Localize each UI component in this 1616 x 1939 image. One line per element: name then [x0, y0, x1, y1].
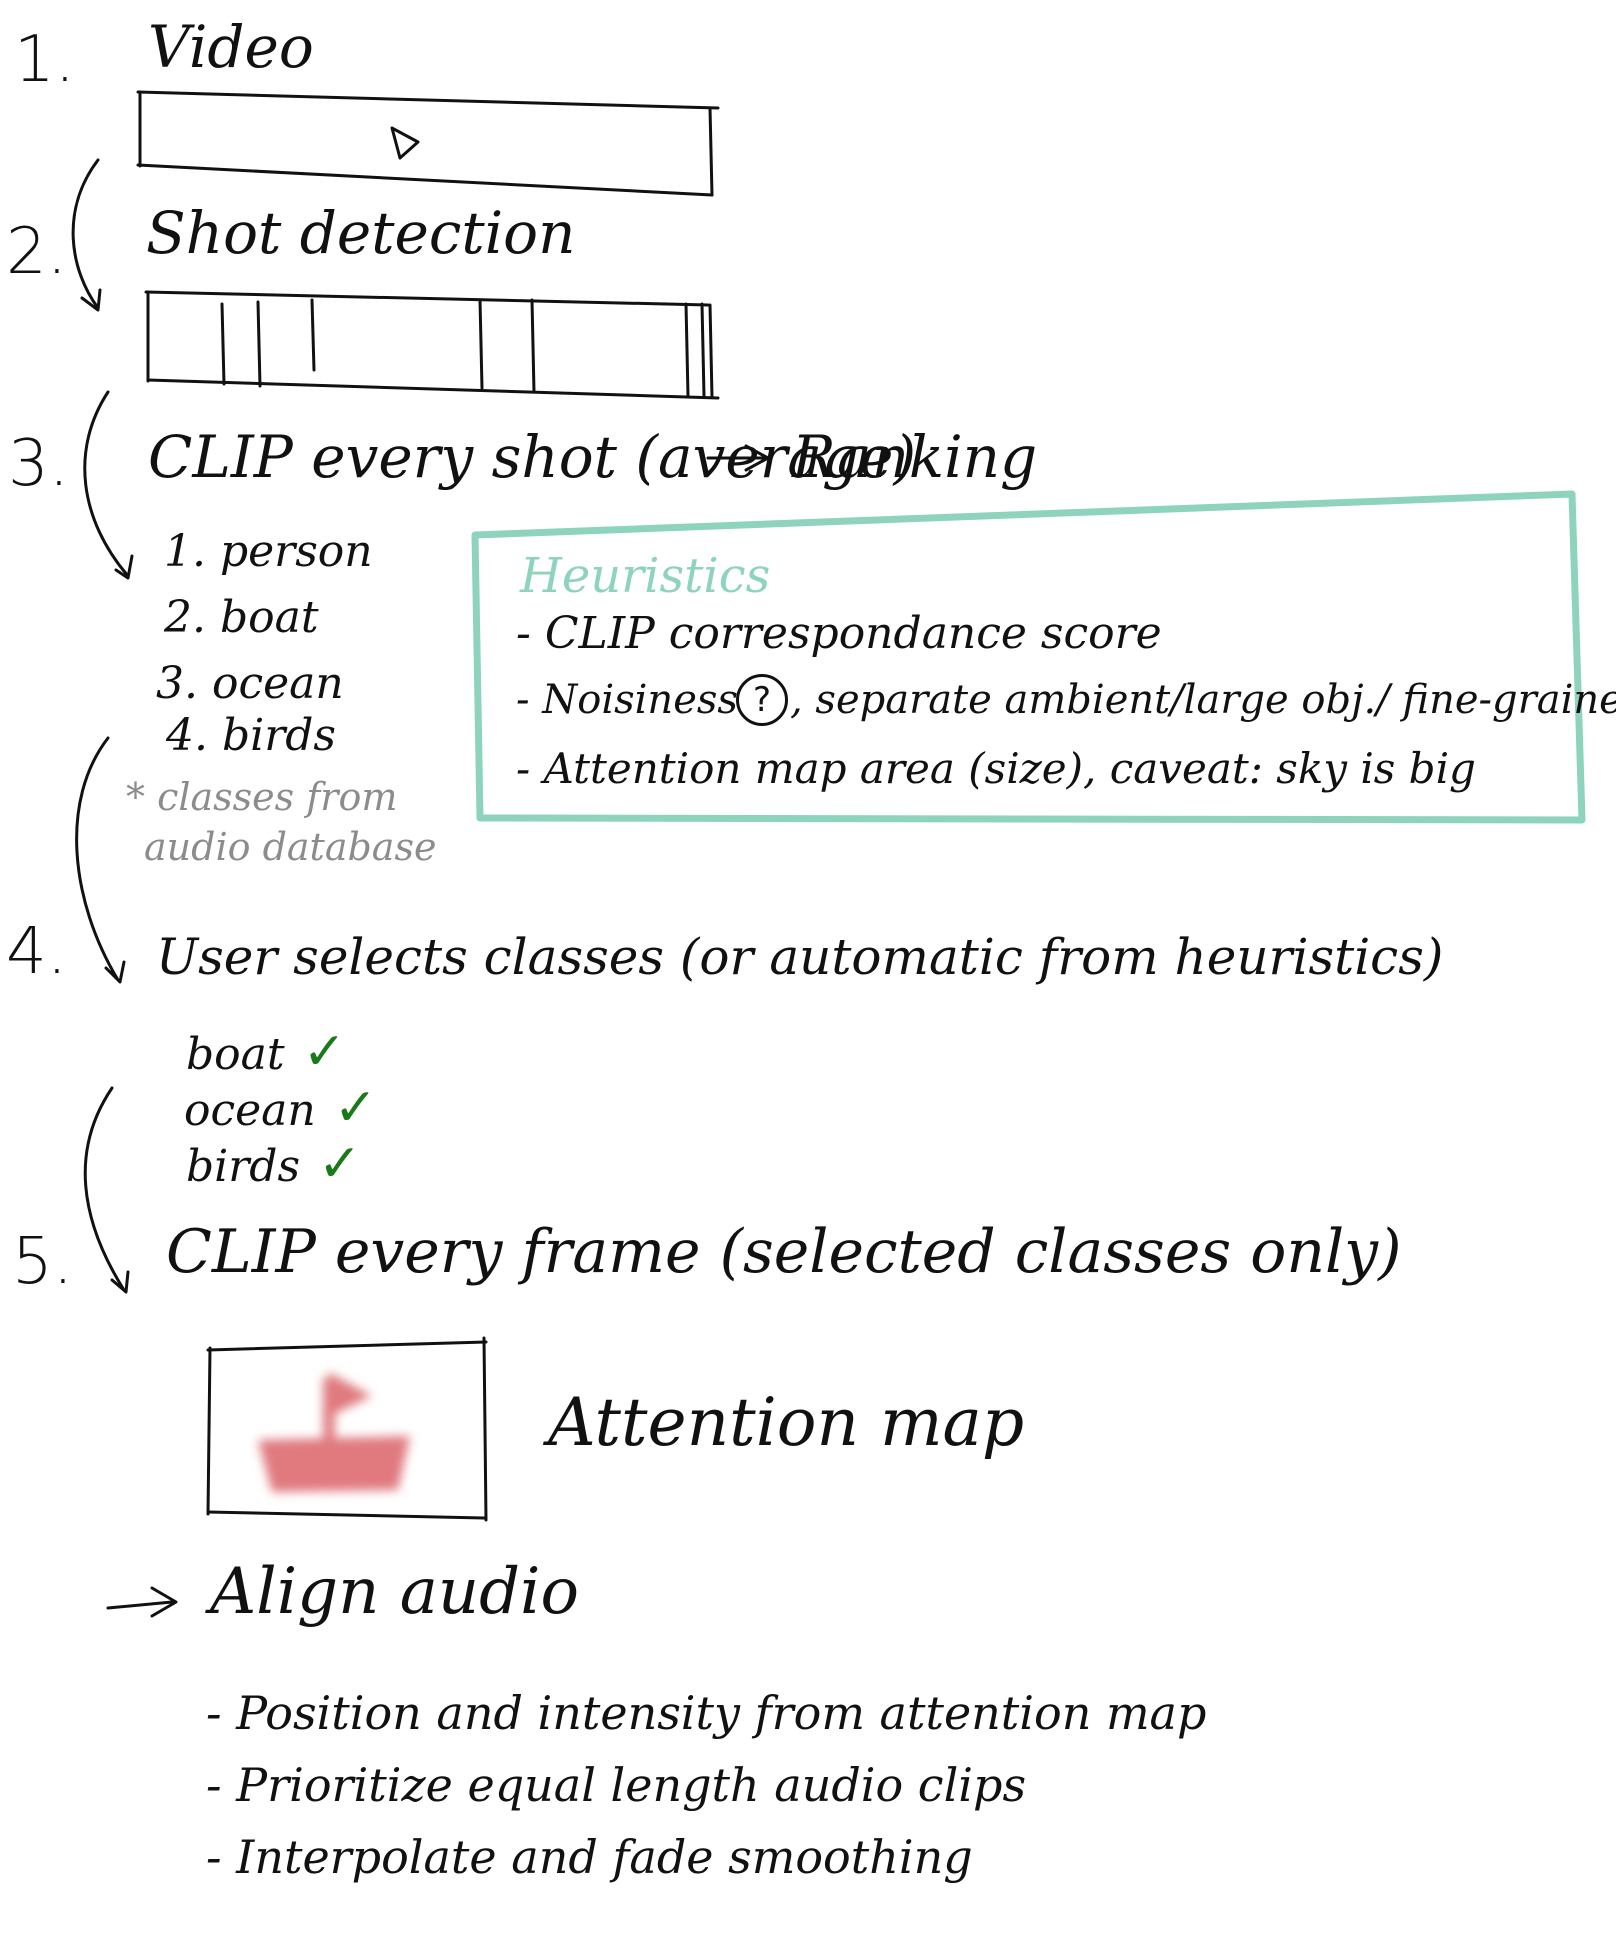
ranking-item: 1. person — [164, 526, 373, 577]
shot-bar — [144, 290, 720, 400]
step-3-number: 3. — [8, 427, 70, 501]
attention-map-frame — [206, 1336, 488, 1522]
heuristic-item: - Attention map area (size), caveat: sky… — [516, 744, 1476, 793]
ranking-item: 3. ocean — [156, 658, 344, 709]
step-5-number: 5. — [12, 1225, 74, 1299]
arrow-1-2 — [71, 158, 102, 312]
selected-class: boat ✓ — [186, 1022, 347, 1082]
check-icon: ✓ — [333, 1078, 378, 1138]
align-audio-item: - Position and intensity from attention … — [206, 1686, 1207, 1740]
ranking-item: 2. boat — [164, 592, 319, 643]
arrow-3-4 — [75, 736, 126, 984]
step-4-title: User selects classes (or automatic from … — [156, 928, 1444, 986]
step-1-title: Video — [148, 13, 314, 81]
video-bar — [136, 90, 720, 197]
selected-class: ocean ✓ — [184, 1078, 378, 1138]
heuristic-item: , separate ambient/large obj./ fine-grai… — [790, 677, 1616, 723]
check-icon: ✓ — [302, 1022, 347, 1082]
arrow-3-list — [83, 390, 134, 580]
heuristics-title: Heuristics — [520, 548, 771, 604]
arrow-4-5 — [83, 1086, 130, 1294]
play-icon — [390, 126, 420, 160]
step-2-title: Shot detection — [146, 199, 576, 267]
ranking-label: Ranking — [792, 423, 1038, 491]
attention-map-label: Attention map — [548, 1384, 1025, 1461]
step-1-number: 1. — [14, 23, 76, 97]
question-circle-icon: ? — [736, 674, 788, 726]
selected-class: birds ✓ — [186, 1134, 362, 1194]
classes-note-line: audio database — [144, 825, 437, 869]
align-audio-item: - Prioritize equal length audio clips — [206, 1758, 1027, 1812]
step-2-number: 2. — [6, 215, 68, 289]
check-icon: ✓ — [318, 1134, 362, 1194]
step-4-number: 4. — [6, 915, 68, 989]
align-audio-item: - Interpolate and fade smoothing — [206, 1830, 973, 1884]
align-audio-title: Align audio — [210, 1555, 580, 1629]
step-5-title: CLIP every frame (selected classes only) — [166, 1217, 1402, 1287]
boat-heatmap — [258, 1372, 410, 1492]
ranking-item: 4. birds — [166, 710, 336, 761]
classes-note-line: * classes from — [126, 775, 398, 819]
heuristic-item: - CLIP correspondance score — [516, 608, 1162, 659]
heuristic-item: - Noisiness — [516, 677, 738, 723]
align-arrow — [106, 1586, 178, 1618]
